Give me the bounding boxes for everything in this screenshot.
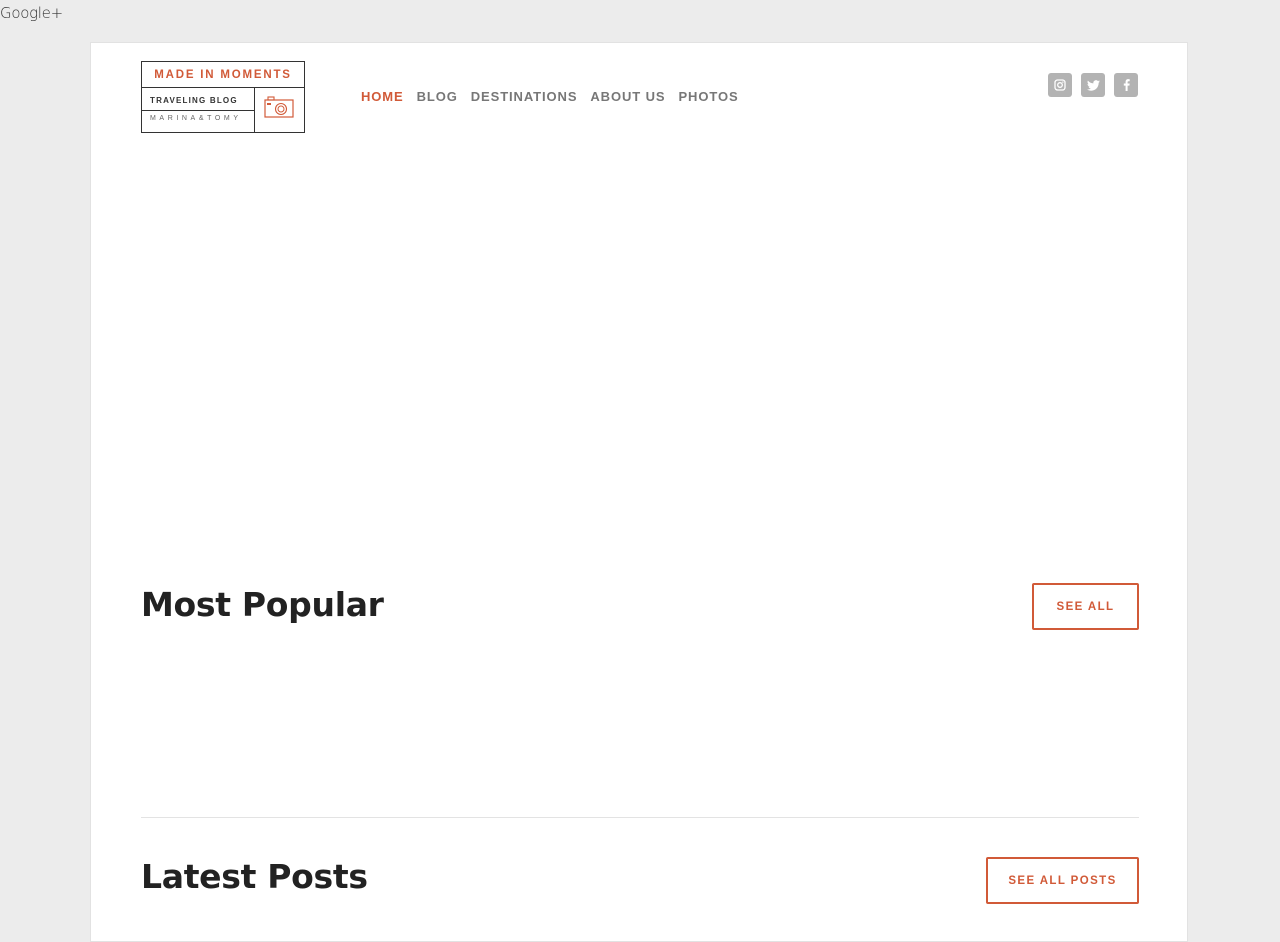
site-logo[interactable]: MADE IN MOMENTS TRAVELING BLOG MARINA&TO…	[141, 61, 305, 133]
see-all-posts-button[interactable]: SEE ALL POSTS	[986, 857, 1139, 904]
social-links	[1048, 73, 1138, 97]
facebook-icon[interactable]	[1114, 73, 1138, 97]
see-all-button[interactable]: SEE ALL	[1032, 583, 1139, 630]
camera-icon	[264, 96, 294, 118]
logo-authors: MARINA&TOMY	[150, 115, 242, 122]
logo-title: MADE IN MOMENTS	[142, 62, 304, 88]
instagram-icon[interactable]	[1048, 73, 1072, 97]
google-plus-link[interactable]: Google+	[0, 4, 63, 22]
most-popular-heading: Most Popular	[141, 585, 384, 624]
nav-item-destinations[interactable]: DESTINATIONS	[471, 89, 578, 104]
main-nav: HOME BLOG DESTINATIONS ABOUT US PHOTOS	[361, 89, 739, 104]
section-divider	[141, 817, 1139, 818]
nav-item-photos[interactable]: PHOTOS	[678, 89, 738, 104]
logo-subtitle: TRAVELING BLOG	[150, 96, 238, 105]
twitter-icon[interactable]	[1081, 73, 1105, 97]
page-container: MADE IN MOMENTS TRAVELING BLOG MARINA&TO…	[90, 42, 1188, 942]
nav-item-home[interactable]: HOME	[361, 89, 404, 104]
nav-item-about-us[interactable]: ABOUT US	[590, 89, 665, 104]
nav-item-blog[interactable]: BLOG	[417, 89, 458, 104]
latest-posts-heading: Latest Posts	[141, 857, 368, 896]
